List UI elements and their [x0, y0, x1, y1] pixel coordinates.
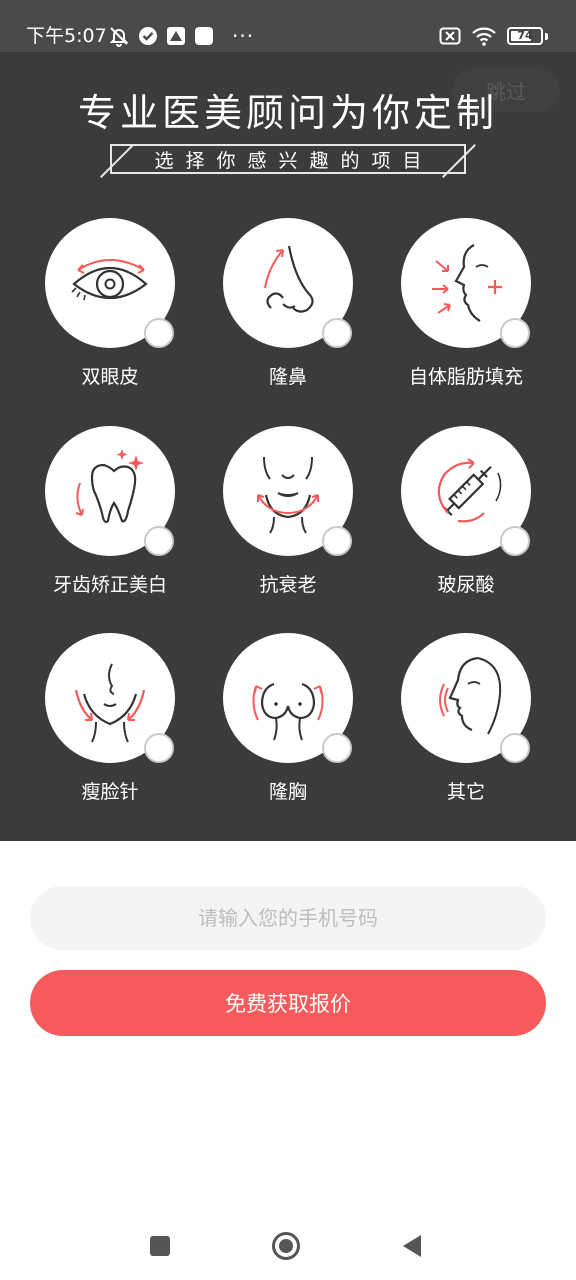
item-select-checkbox[interactable]	[500, 526, 530, 556]
item-select-checkbox[interactable]	[144, 526, 174, 556]
chest-icon	[252, 682, 324, 741]
status-system-icons: 74	[439, 24, 548, 48]
phone-input[interactable]	[30, 886, 546, 950]
page-subtitle-text: 选择你感兴趣的项目	[154, 149, 434, 172]
status-notification-icons: ···	[108, 24, 254, 48]
sim-off-icon	[439, 27, 461, 45]
item-tile-teeth-whitening[interactable]: 牙齿矫正美白	[20, 426, 200, 616]
get-quote-button[interactable]: 免费获取报价	[30, 970, 546, 1036]
item-tile-hyaluronic-acid[interactable]: 玻尿酸	[376, 426, 556, 616]
item-tile-face-slimming[interactable]: 瘦脸针	[20, 633, 200, 823]
face-fill-icon	[432, 244, 502, 322]
item-label: 自体脂肪填充	[408, 366, 523, 388]
battery-icon: 74	[507, 27, 543, 45]
syringe-icon	[437, 458, 502, 523]
system-nav-bar	[0, 1210, 576, 1280]
item-select-checkbox[interactable]	[144, 733, 174, 763]
face-profile-icon	[439, 656, 502, 735]
item-label: 抗衰老	[259, 574, 317, 596]
nose-icon	[264, 245, 314, 313]
item-label: 玻尿酸	[437, 574, 495, 596]
subtitle-slash-right	[442, 144, 476, 178]
check-circle-icon	[139, 27, 157, 45]
tooth-icon	[75, 449, 144, 524]
wifi-icon	[472, 27, 496, 46]
item-label: 牙齿矫正美白	[52, 574, 167, 596]
battery-tip	[545, 32, 548, 40]
battery-level: 74	[517, 29, 533, 42]
square-icon	[150, 1236, 170, 1256]
item-tile-breast-augmentation[interactable]: 隆胸	[198, 633, 378, 823]
item-select-checkbox[interactable]	[144, 318, 174, 348]
back-triangle-icon	[403, 1235, 421, 1257]
item-tile-rhinoplasty[interactable]: 隆鼻	[198, 218, 378, 408]
anti-aging-face-icon	[257, 456, 319, 534]
item-tile-other[interactable]: 其它	[376, 633, 556, 823]
item-tile-anti-aging[interactable]: 抗衰老	[198, 426, 378, 616]
selection-panel: 跳过 专业医美顾问为你定制 选择你感兴趣的项目 双眼皮 隆鼻 自体脂肪填充 牙齿…	[0, 52, 576, 841]
bell-muted-icon	[109, 27, 129, 47]
item-label: 隆胸	[268, 781, 307, 803]
status-bar: 下午5:07 ··· 74	[0, 0, 576, 52]
home-button[interactable]	[266, 1230, 306, 1262]
item-select-checkbox[interactable]	[322, 733, 352, 763]
item-label: 瘦脸针	[81, 781, 139, 803]
recent-apps-button[interactable]	[140, 1230, 180, 1262]
app-notification-icon	[167, 27, 185, 45]
item-select-checkbox[interactable]	[500, 733, 530, 763]
item-select-checkbox[interactable]	[500, 318, 530, 348]
page-subtitle: 选择你感兴趣的项目	[100, 144, 476, 178]
item-select-checkbox[interactable]	[322, 318, 352, 348]
square-notification-icon	[195, 27, 213, 45]
status-time: 下午5:07	[26, 25, 107, 47]
item-label: 其它	[446, 781, 485, 803]
subtitle-slash-left	[100, 144, 134, 178]
item-tile-fat-grafting[interactable]: 自体脂肪填充	[376, 218, 556, 408]
slim-face-icon	[74, 663, 146, 743]
item-label: 双眼皮	[81, 366, 139, 388]
back-button[interactable]	[392, 1230, 432, 1262]
item-select-checkbox[interactable]	[322, 526, 352, 556]
page-title: 专业医美顾问为你定制	[77, 91, 498, 135]
eye-icon	[71, 259, 148, 301]
item-label: 隆鼻	[268, 366, 307, 388]
more-notifications-icon: ···	[232, 24, 255, 48]
item-tile-double-eyelid[interactable]: 双眼皮	[20, 218, 200, 408]
home-circle-icon	[272, 1232, 300, 1260]
